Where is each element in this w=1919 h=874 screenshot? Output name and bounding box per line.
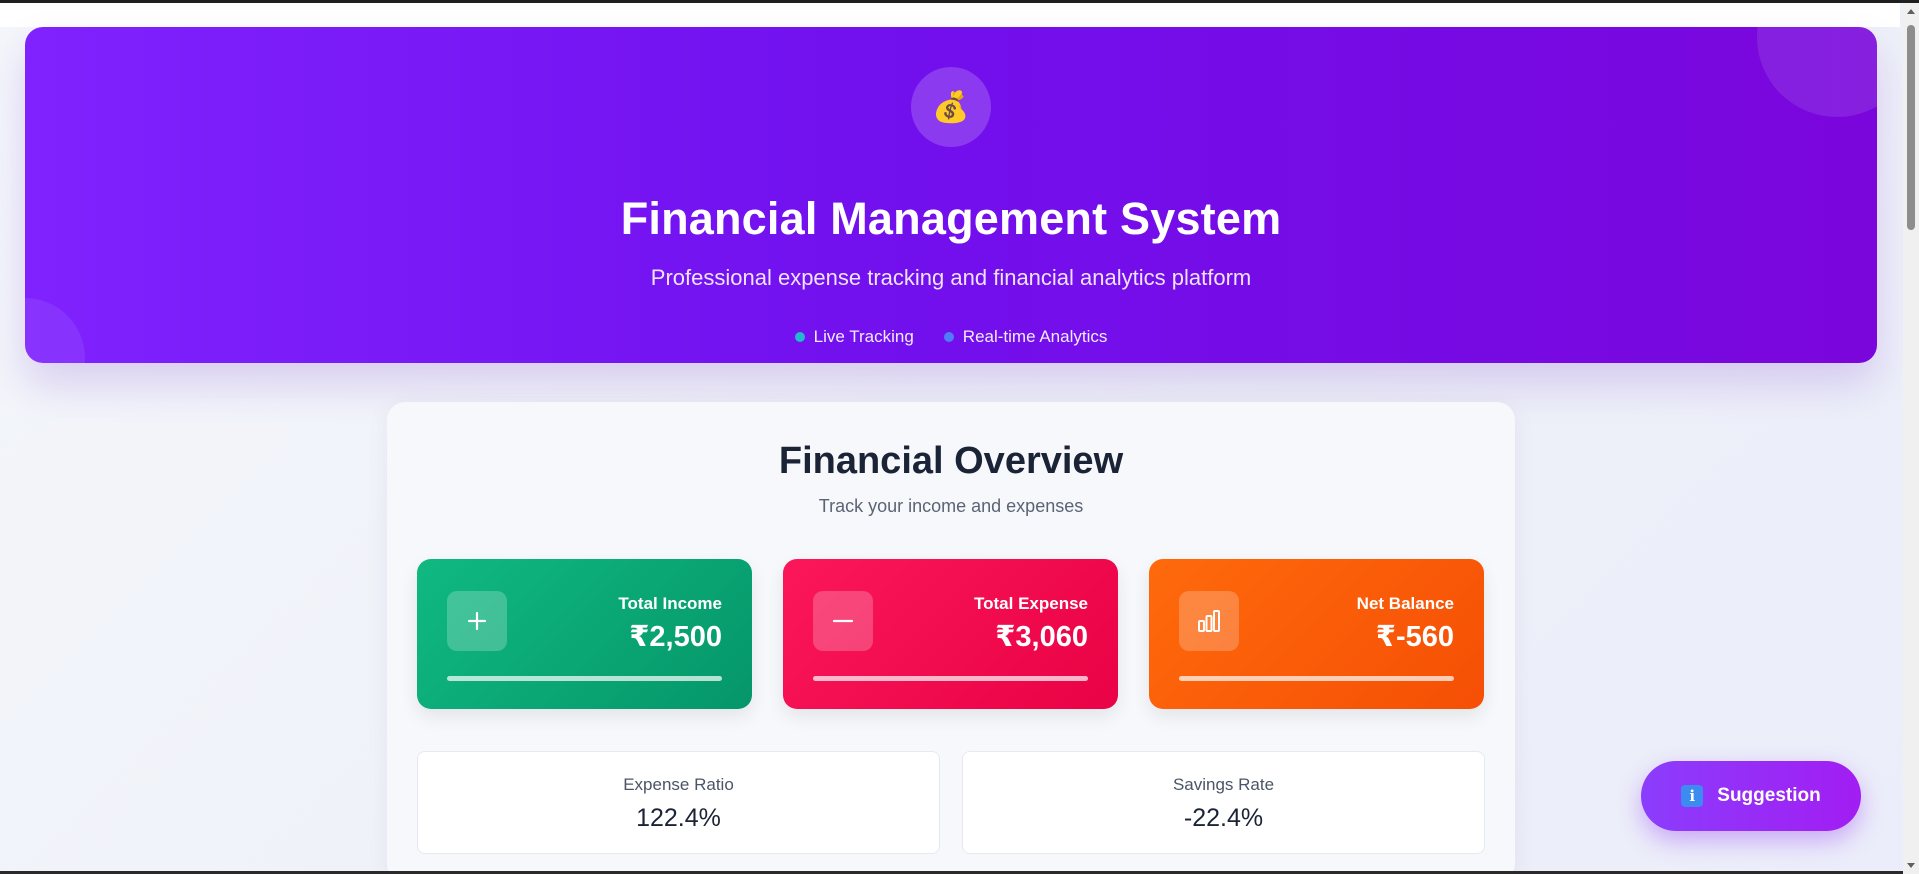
decorative-circle xyxy=(1757,27,1877,117)
suggestion-button[interactable]: i Suggestion xyxy=(1641,761,1861,831)
top-strip xyxy=(0,3,1900,27)
section-title: Financial Overview xyxy=(778,440,1124,482)
card-progress-fill xyxy=(447,676,722,681)
money-bag-icon: 💰 xyxy=(911,67,991,147)
status-dot-icon xyxy=(943,332,954,342)
expense-ratio-stat: Expense Ratio 122.4% xyxy=(417,751,940,854)
suggestion-label: Suggestion xyxy=(1717,785,1821,806)
tag-realtime-analytics: Real-time Analytics xyxy=(943,327,1108,347)
total-expense-card: Total Expense ₹3,060 xyxy=(783,559,1118,709)
scroll-down-arrow-icon[interactable] xyxy=(1907,863,1915,868)
card-progress-bar xyxy=(1179,676,1454,681)
financial-overview-panel: Financial Overview Track your income and… xyxy=(387,402,1515,874)
card-label: Net Balance xyxy=(1356,594,1454,613)
section-subtitle: Track your income and expenses xyxy=(818,496,1084,516)
tag-live-tracking: Live Tracking xyxy=(794,327,914,347)
status-dot-icon xyxy=(794,332,805,342)
card-label: Total Income xyxy=(618,594,722,613)
hero-banner: 💰 Financial Management System Profession… xyxy=(25,27,1877,363)
info-icon: i xyxy=(1681,785,1704,807)
savings-rate-stat: Savings Rate -22.4% xyxy=(962,751,1485,854)
card-label: Total Expense xyxy=(974,594,1088,613)
plus-icon xyxy=(447,591,507,651)
tag-label: Real-time Analytics xyxy=(962,327,1108,346)
tag-label: Live Tracking xyxy=(813,327,914,346)
card-progress-bar xyxy=(813,676,1088,681)
total-income-card: Total Income ₹2,500 xyxy=(417,559,752,709)
stat-value: -22.4% xyxy=(1183,804,1264,832)
card-progress-bar xyxy=(447,676,722,681)
scrollbar-thumb[interactable] xyxy=(1907,25,1915,230)
card-progress-fill xyxy=(1179,676,1454,681)
stat-value: 122.4% xyxy=(636,804,721,832)
page-subtitle: Professional expense tracking and financ… xyxy=(650,265,1252,290)
net-balance-card: Net Balance ₹-560 xyxy=(1149,559,1484,709)
scroll-up-arrow-icon[interactable] xyxy=(1907,9,1915,14)
card-value: ₹2,500 xyxy=(629,621,722,653)
vertical-scrollbar[interactable] xyxy=(1903,3,1919,874)
stat-label: Savings Rate xyxy=(1172,775,1275,794)
page-title: Financial Management System xyxy=(620,193,1282,244)
card-progress-fill xyxy=(813,676,1088,681)
bar-chart-icon xyxy=(1179,591,1239,651)
feature-tags: Live Tracking Real-time Analytics xyxy=(25,327,1877,347)
card-value: ₹3,060 xyxy=(995,621,1088,653)
card-value: ₹-560 xyxy=(1375,621,1454,653)
minus-icon xyxy=(813,591,873,651)
stat-label: Expense Ratio xyxy=(623,775,734,794)
